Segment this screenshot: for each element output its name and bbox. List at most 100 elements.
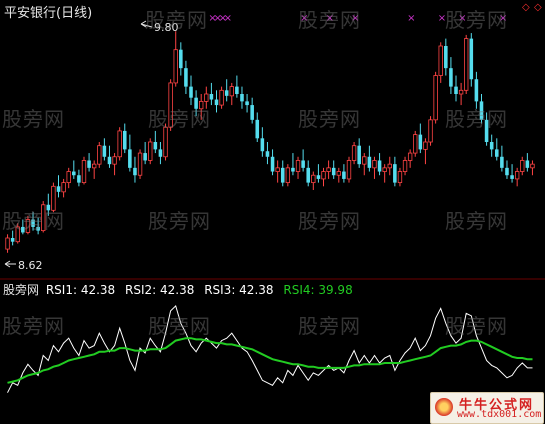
candle-body	[393, 164, 397, 183]
candle-body	[229, 86, 234, 97]
candle-body	[255, 119, 260, 139]
candle-body	[489, 142, 494, 150]
watermark: 股旁网	[148, 107, 211, 131]
candle-body	[346, 160, 352, 180]
candle-body	[514, 171, 520, 180]
candle-body	[311, 174, 316, 184]
candle-body	[91, 163, 97, 169]
candle-body	[72, 171, 76, 176]
signal-marker: ×	[407, 13, 415, 24]
badge-url: www.tdx001.com	[457, 409, 542, 420]
candle-body	[56, 186, 61, 192]
indicator-watermark-prefix: 股旁网	[3, 283, 40, 297]
watermark: 股旁网	[148, 314, 211, 338]
candle-body	[128, 149, 132, 168]
candle-body	[275, 167, 280, 172]
signal-marker: ×	[224, 13, 232, 24]
candle-body	[179, 49, 183, 69]
candle-body	[357, 145, 361, 165]
candle-body	[61, 182, 66, 193]
candle-body	[433, 75, 438, 121]
candle-body	[510, 175, 514, 179]
rsi-legend: 股旁网 RSI1: 42.38 RSI2: 42.38 RSI3: 42.38 …	[3, 281, 359, 298]
rsi4-label: RSI4: 39.98	[283, 283, 353, 297]
candle-body	[295, 160, 301, 172]
candle-body	[137, 152, 143, 176]
candle-body	[184, 68, 188, 87]
candle-body	[500, 156, 504, 168]
candle-body	[158, 149, 163, 157]
candle-body	[5, 237, 10, 250]
candle-body	[270, 156, 275, 172]
candle-body	[66, 171, 71, 184]
candle-body	[260, 138, 265, 152]
candle-body	[458, 89, 464, 95]
candle-body	[235, 86, 239, 94]
watermark: 股旁网	[2, 314, 65, 338]
watermark: 股旁网	[148, 209, 211, 233]
diamond-icon: ◇	[522, 2, 530, 13]
candle-body	[372, 160, 377, 169]
candle-body	[301, 160, 305, 168]
rsi4-line	[7, 337, 533, 384]
watermark: 股旁网	[298, 314, 361, 338]
watermark: 股旁网	[445, 209, 508, 233]
candle-body	[321, 171, 326, 180]
candle-body	[133, 167, 137, 176]
candle-body	[219, 89, 224, 106]
candle-body	[81, 160, 87, 184]
candle-body	[474, 79, 479, 102]
candle-body	[117, 130, 122, 158]
candle-body	[469, 38, 474, 80]
watermark: 股旁网	[445, 314, 508, 338]
candle-body	[112, 156, 117, 165]
candle-body	[464, 38, 469, 91]
chart-stage: ×××××××××××××××××× 9.80 8.62 平安银行(日线) 股旁…	[0, 0, 545, 424]
watermark: 股旁网	[298, 107, 361, 131]
candle-body	[316, 175, 321, 179]
candle-body	[342, 171, 346, 179]
candle-body	[525, 160, 530, 168]
candle-body	[387, 163, 392, 169]
candle-body	[250, 105, 254, 120]
candle-body	[418, 134, 423, 150]
candle-body	[530, 163, 535, 169]
candle-body	[362, 156, 367, 165]
candle-body	[209, 94, 214, 100]
low-arrow	[4, 260, 16, 268]
chart-title: 平安银行(日线)	[4, 6, 93, 21]
candle-body	[351, 145, 357, 161]
candle-body	[494, 149, 499, 157]
candle-body	[240, 94, 244, 102]
low-label: 8.62	[18, 259, 43, 272]
diamond-icon: ◇	[534, 2, 542, 13]
watermark: 股旁网	[2, 209, 65, 233]
candle-body	[306, 167, 311, 183]
candle-body	[520, 160, 525, 172]
candle-body	[214, 99, 219, 106]
candle-body	[449, 68, 453, 87]
candle-body	[153, 142, 158, 150]
badge-logo-icon	[435, 398, 453, 416]
candle-body	[280, 167, 285, 183]
candle-body	[331, 167, 336, 176]
watermark: 股旁网	[145, 8, 208, 32]
candle-body	[444, 46, 448, 69]
candle-body	[367, 156, 372, 168]
rsi1-label: RSI1: 42.38	[45, 283, 116, 297]
candle-body	[438, 45, 443, 76]
candle-body	[291, 167, 295, 172]
rsi2-label: RSI2: 42.38	[125, 283, 195, 297]
candle-body	[382, 167, 387, 172]
candle-body	[148, 141, 153, 161]
candle-body	[107, 156, 112, 165]
candle-body	[204, 93, 209, 102]
watermark: 股旁网	[445, 8, 508, 32]
candle-body	[397, 171, 403, 184]
candle-body	[102, 145, 107, 157]
candle-body	[10, 238, 15, 242]
candle-body	[402, 160, 408, 172]
candle-body	[77, 175, 81, 183]
candle-body	[265, 151, 270, 157]
watermark: 股旁网	[298, 209, 361, 233]
